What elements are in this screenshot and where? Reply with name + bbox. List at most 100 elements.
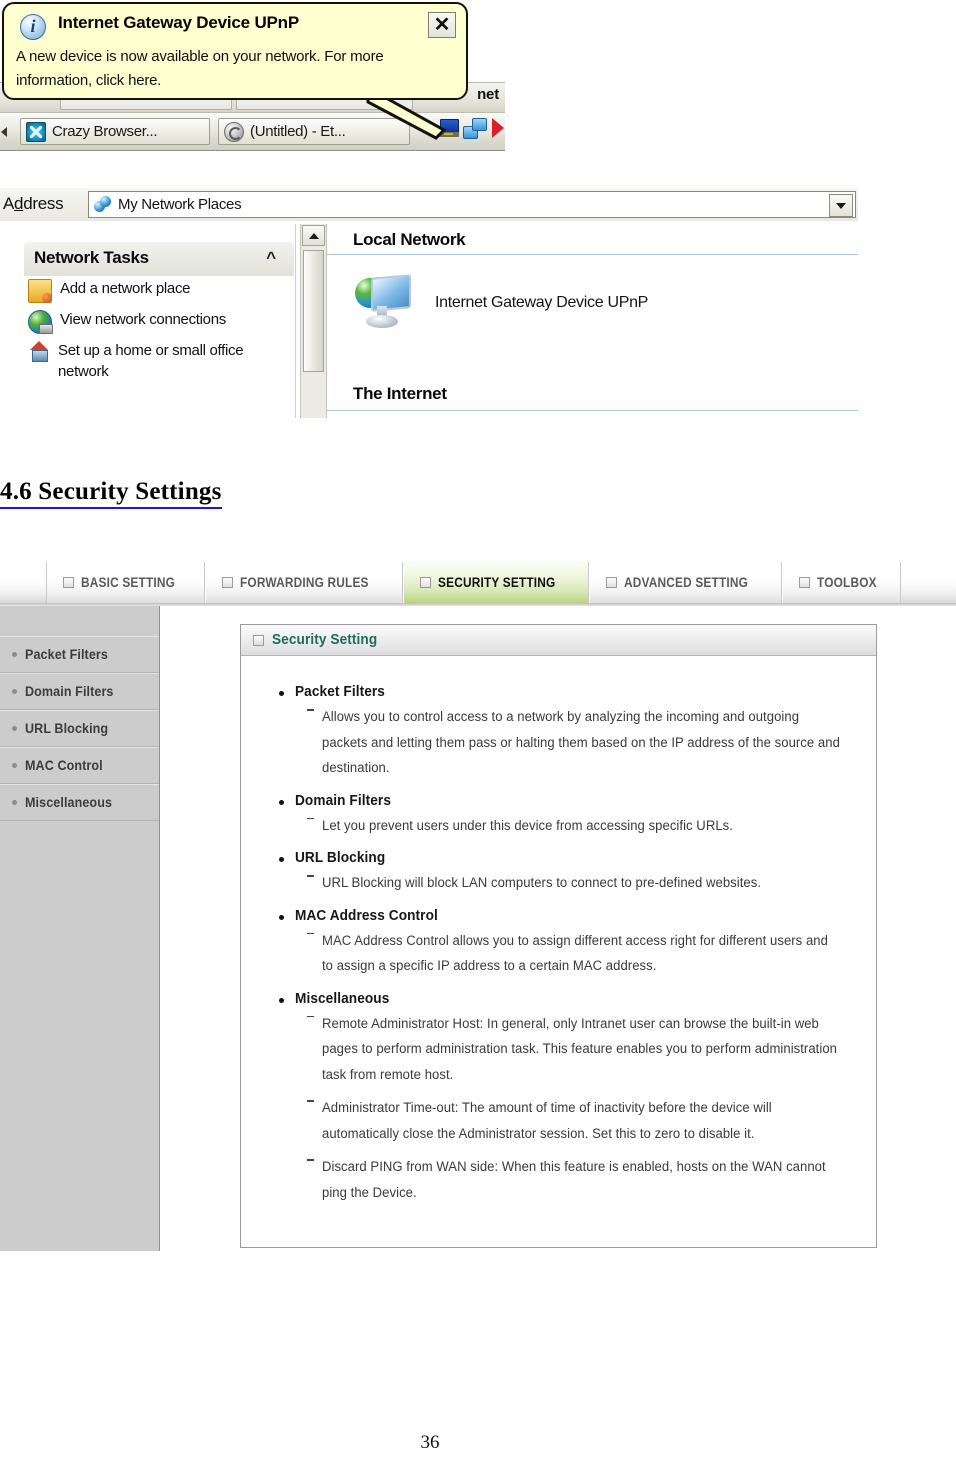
taskbar-item-crazy-browser[interactable]: Crazy Browser...	[20, 118, 210, 145]
sidebar-item-url-blocking[interactable]: URL Blocking	[0, 710, 159, 747]
bullet-icon	[12, 763, 17, 768]
bullet-icon	[279, 914, 284, 920]
section-title: Miscellaneous	[295, 990, 390, 1007]
network-task-view-connections[interactable]: View network connections	[24, 309, 294, 334]
tab-label: ADVANCED SETTING	[623, 575, 748, 590]
page-number: 36	[420, 1432, 440, 1453]
dash-icon	[307, 932, 314, 934]
upnp-notification-balloon: Internet Gateway Device UPnP ✕ A new dev…	[2, 2, 468, 100]
network-task-label: View network connections	[60, 311, 226, 328]
bullet-icon	[12, 726, 17, 731]
tab-box-icon	[63, 577, 74, 588]
network-task-setup-home[interactable]: Set up a home or small office network	[24, 340, 294, 382]
view-network-connections-icon	[28, 310, 53, 334]
internet-explorer-icon	[224, 121, 244, 142]
balloon-body-text: A new device is now available on your ne…	[16, 48, 384, 89]
tab-box-icon	[221, 577, 233, 588]
tab-toolbox[interactable]: TOOLBOX	[781, 562, 902, 603]
tab-advanced-setting[interactable]: ADVANCED SETTING	[588, 562, 782, 603]
sidebar-item-label: Packet Filters	[25, 647, 108, 662]
tab-box-icon	[605, 577, 617, 588]
tab-forwarding-rules[interactable]: FORWARDING RULES	[204, 562, 404, 603]
network-content-pane: Local Network Internet Gateway Device UP…	[327, 224, 858, 418]
sidebar-item-mac-control[interactable]: MAC Control	[0, 747, 159, 784]
dash-icon	[307, 1015, 314, 1017]
router-admin-ui-figure: BASIC SETTING FORWARDING RULES SECURITY …	[0, 562, 956, 1252]
group-title-local-network: Local Network	[353, 230, 466, 249]
network-device-item[interactable]: Internet Gateway Device UPnP	[355, 272, 648, 334]
sidebar-item-label: URL Blocking	[25, 721, 109, 736]
address-input[interactable]: My Network Places	[88, 191, 856, 218]
tab-security-setting[interactable]: SECURITY SETTING	[403, 562, 589, 603]
tab-label: TOOLBOX	[816, 575, 877, 590]
section-heading-row: Packet Filters	[263, 684, 858, 700]
tab-label: BASIC SETTING	[81, 575, 176, 590]
panel-title: Security Setting	[272, 632, 378, 648]
sidebar-item-domain-filters[interactable]: Domain Filters	[0, 673, 159, 710]
tab-box-icon	[798, 577, 810, 588]
upnp-notification-figure: net Crazy Browser... (Untitled) - Et... …	[0, 0, 505, 158]
section-title: URL Blocking	[295, 850, 386, 866]
network-task-add-place[interactable]: Add a network place	[24, 278, 294, 303]
network-tasks-list: Add a network place View network connect…	[24, 278, 294, 388]
panel-header: Security Setting	[241, 625, 876, 656]
security-setting-panel: Security Setting Packet Filters Allows y…	[240, 624, 877, 1248]
sidebar-item-label: Miscellaneous	[25, 795, 113, 810]
section-detail: Administrator Time-out: The amount of ti…	[307, 1095, 858, 1146]
section-detail-text: Discard PING from WAN side: When this fe…	[322, 1159, 826, 1200]
red-flag-tray-icon[interactable]	[492, 118, 504, 138]
setup-home-network-icon	[28, 341, 50, 363]
group-title-the-internet: The Internet	[353, 384, 447, 403]
my-network-places-figure: Address My Network Places Network Tasks …	[0, 188, 860, 420]
partial-internet-text: net	[477, 86, 499, 103]
network-device-label: Internet Gateway Device UPnP	[435, 294, 649, 311]
section-detail-text: MAC Address Control allows you to assign…	[322, 932, 828, 974]
section-mac-address-control: MAC Address Control MAC Address Control …	[263, 908, 858, 979]
network-task-label: Set up a home or small office network	[58, 342, 244, 380]
network-tasks-header[interactable]: Network Tasks ^	[24, 242, 294, 276]
section-title: Domain Filters	[295, 792, 391, 809]
group-divider	[327, 254, 858, 255]
close-icon[interactable]: ✕	[428, 12, 456, 38]
vertical-scrollbar[interactable]	[300, 224, 327, 418]
chevron-down-icon[interactable]	[829, 194, 853, 217]
section-detail-text: Let you prevent users under this device …	[322, 817, 733, 833]
tray-pc-front	[472, 118, 487, 131]
taskbar-item-label: Crazy Browser...	[52, 123, 158, 140]
section-heading-row: Domain Filters	[263, 793, 858, 809]
section-detail-text: Administrator Time-out: The amount of ti…	[322, 1100, 772, 1141]
router-sidebar-menu: Packet Filters Domain Filters URL Blocki…	[0, 606, 160, 1251]
dash-icon	[307, 709, 314, 711]
panel-box-icon	[253, 634, 264, 646]
chevrons-up-icon[interactable]: ^	[266, 249, 276, 266]
router-tab-strip: BASIC SETTING FORWARDING RULES SECURITY …	[0, 562, 956, 606]
bullet-icon	[279, 799, 284, 805]
bullet-icon	[12, 689, 17, 694]
section-detail-text: Allows you to control access to a networ…	[322, 709, 840, 775]
section-detail-text: Remote Administrator Host: In general, o…	[322, 1015, 837, 1082]
address-bar: Address My Network Places	[0, 188, 858, 221]
scrollbar-thumb[interactable]	[303, 250, 324, 372]
section-detail: Discard PING from WAN side: When this fe…	[307, 1154, 858, 1205]
network-tasks-title: Network Tasks	[34, 248, 149, 267]
sidebar-item-miscellaneous[interactable]: Miscellaneous	[0, 784, 159, 821]
network-computers-tray-icon[interactable]	[463, 118, 487, 139]
router-tabs: BASIC SETTING FORWARDING RULES SECURITY …	[46, 562, 902, 606]
toolbar-expand-arrow-icon[interactable]	[1, 127, 7, 137]
sidebar-top-spacer	[0, 606, 159, 636]
bullet-icon	[279, 997, 284, 1003]
section-detail: MAC Address Control allows you to assign…	[307, 928, 858, 979]
network-places-icon	[94, 195, 112, 214]
explorer-body: Network Tasks ^ Add a network place View…	[0, 224, 858, 418]
bullet-icon	[279, 857, 284, 862]
dash-icon	[307, 817, 314, 819]
section-detail: URL Blocking will block LAN computers to…	[307, 870, 858, 896]
bullet-icon	[279, 691, 284, 696]
tab-label: FORWARDING RULES	[239, 575, 369, 590]
tab-basic-setting[interactable]: BASIC SETTING	[46, 562, 205, 603]
network-tasks-pane: Network Tasks ^ Add a network place View…	[10, 224, 296, 418]
sidebar-item-packet-filters[interactable]: Packet Filters	[0, 636, 159, 673]
scroll-up-arrow-icon[interactable]	[302, 225, 325, 246]
section-heading-row: URL Blocking	[263, 850, 858, 866]
taskbar-item-label: (Untitled) - Et...	[250, 123, 346, 140]
